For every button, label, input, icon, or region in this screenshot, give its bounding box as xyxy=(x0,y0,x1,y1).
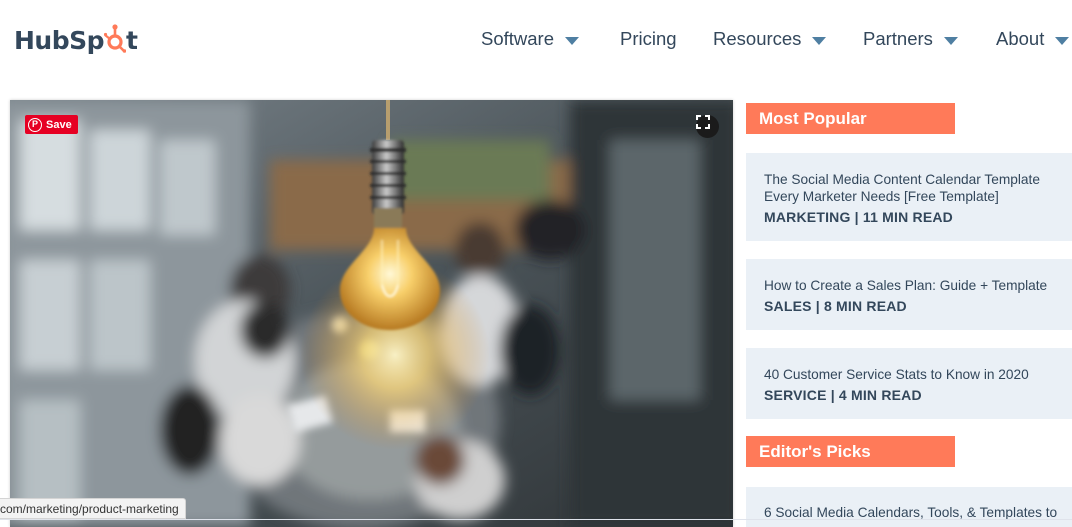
popular-post-2[interactable]: How to Create a Sales Plan: Guide + Temp… xyxy=(746,259,1072,330)
popular-post-meta: MARKETING | 11 MIN READ xyxy=(764,209,953,225)
popular-post-meta: SALES | 8 MIN READ xyxy=(764,298,907,314)
nav-resources-label: Resources xyxy=(713,28,802,49)
hubspot-logo[interactable]: HubSp t xyxy=(14,24,138,56)
nav-pricing[interactable]: Pricing xyxy=(620,28,677,50)
nav-software[interactable]: Software xyxy=(481,28,580,50)
status-url: com/marketing/product-marketing xyxy=(0,501,179,516)
nav-partners-label: Partners xyxy=(863,28,933,49)
pinterest-save-button[interactable]: P Save xyxy=(25,115,78,134)
popular-post-title[interactable]: How to Create a Sales Plan: Guide + Temp… xyxy=(764,277,1072,294)
popular-post-3[interactable]: 40 Customer Service Stats to Know in 202… xyxy=(746,348,1072,419)
nav-pricing-label: Pricing xyxy=(620,28,677,49)
nav-about-label: About xyxy=(996,28,1045,49)
logo-wordmark: HubSp t xyxy=(14,24,138,55)
nav-software-label: Software xyxy=(481,28,555,49)
popular-post-1[interactable]: The Social Media Content Calendar Templa… xyxy=(746,153,1072,241)
chevron-down-icon xyxy=(812,36,827,45)
expand-button[interactable] xyxy=(696,115,719,138)
nav-about[interactable]: About xyxy=(996,28,1070,50)
sprocket-icon xyxy=(104,24,127,53)
popular-post-title[interactable]: 40 Customer Service Stats to Know in 202… xyxy=(764,366,1072,383)
pinterest-icon: P xyxy=(28,117,42,132)
site-header: HubSp t Software Pricing Resources Partn… xyxy=(0,0,1072,82)
nav-resources[interactable]: Resources xyxy=(713,28,827,50)
hero-image[interactable]: P Save xyxy=(10,100,733,527)
office-lightbulb-photo xyxy=(10,100,733,527)
editors-pick-1[interactable]: 6 Social Media Calendars, Tools, & Templ… xyxy=(746,487,1072,527)
browser-status-bar: com/marketing/product-marketing xyxy=(0,498,186,519)
chevron-down-icon xyxy=(943,36,958,45)
popular-post-title[interactable]: The Social Media Content Calendar Templa… xyxy=(764,171,1072,205)
chevron-down-icon xyxy=(565,36,580,45)
most-popular-heading: Most Popular xyxy=(746,103,955,134)
page-bottom-divider xyxy=(0,519,1072,520)
popular-post-meta: SERVICE | 4 MIN READ xyxy=(764,387,922,403)
chevron-down-icon xyxy=(1055,36,1070,45)
expand-icon xyxy=(696,115,710,129)
nav-partners[interactable]: Partners xyxy=(863,28,958,50)
save-label: Save xyxy=(46,118,72,131)
editors-picks-heading: Editor's Picks xyxy=(746,436,955,467)
